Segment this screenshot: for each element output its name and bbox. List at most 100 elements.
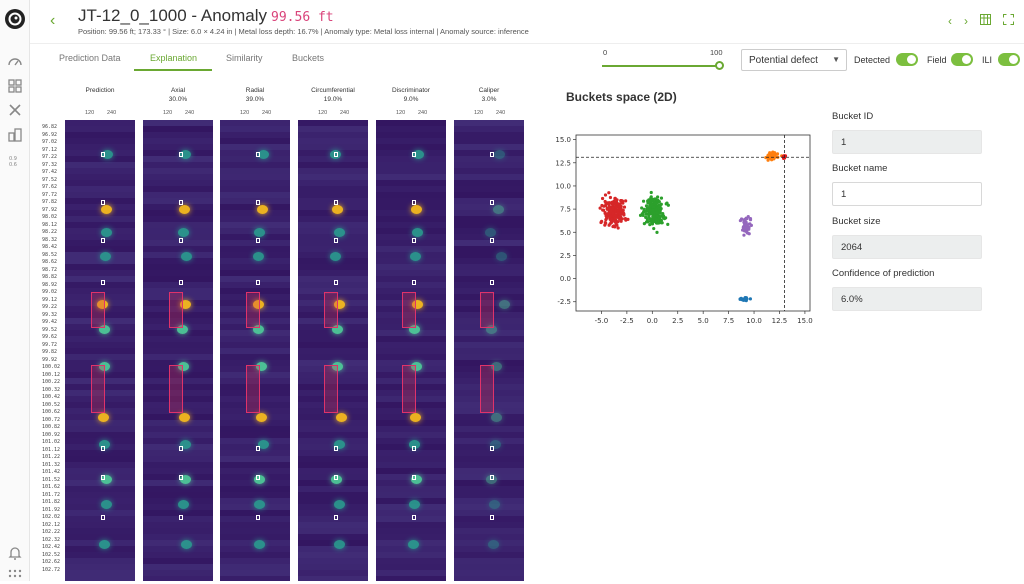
heatmap-strip[interactable] xyxy=(143,120,213,581)
anomaly-marker[interactable] xyxy=(179,515,183,520)
anomaly-box[interactable] xyxy=(91,365,105,413)
anomaly-box[interactable] xyxy=(402,292,416,328)
position-label: 98.22 xyxy=(42,229,58,235)
anomaly-marker[interactable] xyxy=(412,200,416,205)
scatter-point xyxy=(666,222,670,226)
anomaly-marker[interactable] xyxy=(412,238,416,243)
anomaly-marker[interactable] xyxy=(334,280,338,285)
anomaly-marker[interactable] xyxy=(334,238,338,243)
anomaly-marker[interactable] xyxy=(412,152,416,157)
data-report-icon[interactable]: 0.90.6 xyxy=(7,152,23,168)
tick-label: 240 xyxy=(418,110,428,116)
column-weight: 3.0% xyxy=(481,96,497,103)
anomaly-box[interactable] xyxy=(246,365,260,413)
scatter-point xyxy=(611,206,615,211)
anomaly-marker[interactable] xyxy=(412,446,416,451)
anomaly-marker[interactable] xyxy=(412,280,416,285)
fullscreen-icon[interactable] xyxy=(1003,14,1014,25)
anomaly-box[interactable] xyxy=(480,292,494,328)
anomaly-marker[interactable] xyxy=(256,515,260,520)
table-view-icon[interactable] xyxy=(980,14,991,25)
scatter-point xyxy=(656,221,661,225)
anomaly-marker[interactable] xyxy=(490,152,494,157)
heatmap-strip[interactable] xyxy=(298,120,368,581)
position-label: 100.62 xyxy=(42,409,61,415)
scatter-point xyxy=(739,296,743,300)
anomaly-marker[interactable] xyxy=(256,446,260,451)
grid-apps-icon[interactable] xyxy=(7,78,23,94)
anomaly-marker[interactable] xyxy=(334,475,338,480)
apps-dots-icon[interactable] xyxy=(7,568,23,584)
bucket-name-input[interactable]: 1 xyxy=(832,182,982,206)
position-label: 99.12 xyxy=(42,296,58,303)
anomaly-marker[interactable] xyxy=(179,475,183,480)
defect-filter-select[interactable]: Potential defect ▼ xyxy=(741,49,847,71)
anomaly-marker[interactable] xyxy=(334,152,338,157)
anomaly-marker[interactable] xyxy=(490,475,494,480)
anomaly-marker[interactable] xyxy=(412,515,416,520)
anomaly-box[interactable] xyxy=(246,292,260,328)
anomaly-marker[interactable] xyxy=(101,238,105,243)
anomaly-box[interactable] xyxy=(169,365,183,413)
anomaly-box[interactable] xyxy=(402,365,416,413)
next-chevron-icon[interactable]: › xyxy=(964,14,968,28)
position-label: 99.32 xyxy=(42,311,58,318)
anomaly-marker[interactable] xyxy=(256,475,260,480)
anomaly-marker[interactable] xyxy=(256,238,260,243)
tools-icon[interactable] xyxy=(7,102,23,118)
tab-buckets[interactable]: Buckets xyxy=(292,53,324,63)
anomaly-marker[interactable] xyxy=(179,238,183,243)
anomaly-box[interactable] xyxy=(480,365,494,413)
y-tick-label: 15.0 xyxy=(555,136,571,144)
anomaly-marker[interactable] xyxy=(101,475,105,480)
notifications-bell-icon[interactable] xyxy=(7,545,23,561)
anomaly-marker[interactable] xyxy=(179,446,183,451)
anomaly-marker[interactable] xyxy=(256,152,260,157)
anomaly-marker[interactable] xyxy=(101,515,105,520)
anomaly-marker[interactable] xyxy=(256,280,260,285)
anomaly-box[interactable] xyxy=(91,292,105,328)
anomaly-marker[interactable] xyxy=(412,475,416,480)
anomaly-marker[interactable] xyxy=(179,280,183,285)
toggle-field[interactable] xyxy=(951,53,973,66)
heatmap-strip[interactable] xyxy=(376,120,446,581)
dashboard-gauge-icon[interactable] xyxy=(7,54,23,70)
heatmap-strip[interactable] xyxy=(65,120,135,581)
anomaly-marker[interactable] xyxy=(179,200,183,205)
toggle-detected[interactable] xyxy=(896,53,918,66)
anomaly-marker[interactable] xyxy=(490,238,494,243)
anomaly-marker[interactable] xyxy=(101,200,105,205)
prev-chevron-icon[interactable]: ‹ xyxy=(948,14,952,28)
tab-prediction-data[interactable]: Prediction Data xyxy=(59,53,121,63)
anomaly-marker[interactable] xyxy=(179,152,183,157)
tick-label: 120 xyxy=(318,110,328,116)
anomaly-box[interactable] xyxy=(324,365,338,413)
buildings-icon[interactable] xyxy=(7,127,23,143)
anomaly-marker[interactable] xyxy=(101,152,105,157)
bucket-size-group: Bucket size 2064 xyxy=(832,216,982,259)
slider-track[interactable] xyxy=(602,65,720,67)
anomaly-marker[interactable] xyxy=(256,200,260,205)
anomaly-marker[interactable] xyxy=(490,200,494,205)
tab-explanation[interactable]: Explanation xyxy=(150,53,197,63)
anomaly-marker[interactable] xyxy=(334,200,338,205)
anomaly-marker[interactable] xyxy=(101,280,105,285)
anomaly-box[interactable] xyxy=(169,292,183,328)
anomaly-box[interactable] xyxy=(324,292,338,328)
position-label: 102.02 xyxy=(42,514,61,520)
anomaly-marker[interactable] xyxy=(490,515,494,520)
anomaly-marker[interactable] xyxy=(101,446,105,451)
buckets-scatter-plot[interactable]: -5.0 -2.5 0.0 2.5 5.0 7.5 10.0 12.5 15.0 -2.5 0.0 2… xyxy=(540,127,820,333)
app-logo[interactable] xyxy=(4,8,26,30)
slider-handle[interactable] xyxy=(715,61,724,70)
heatmap-strip[interactable] xyxy=(220,120,290,581)
anomaly-marker[interactable] xyxy=(334,446,338,451)
anomaly-marker[interactable] xyxy=(334,515,338,520)
anomaly-marker[interactable] xyxy=(490,280,494,285)
threshold-slider[interactable]: 0 100 xyxy=(600,48,726,72)
anomaly-marker[interactable] xyxy=(490,446,494,451)
back-chevron-icon[interactable]: ‹ xyxy=(50,12,55,30)
toggle-ili[interactable] xyxy=(998,53,1020,66)
heatmap-strip[interactable] xyxy=(454,120,524,581)
tab-similarity[interactable]: Similarity xyxy=(226,53,263,63)
